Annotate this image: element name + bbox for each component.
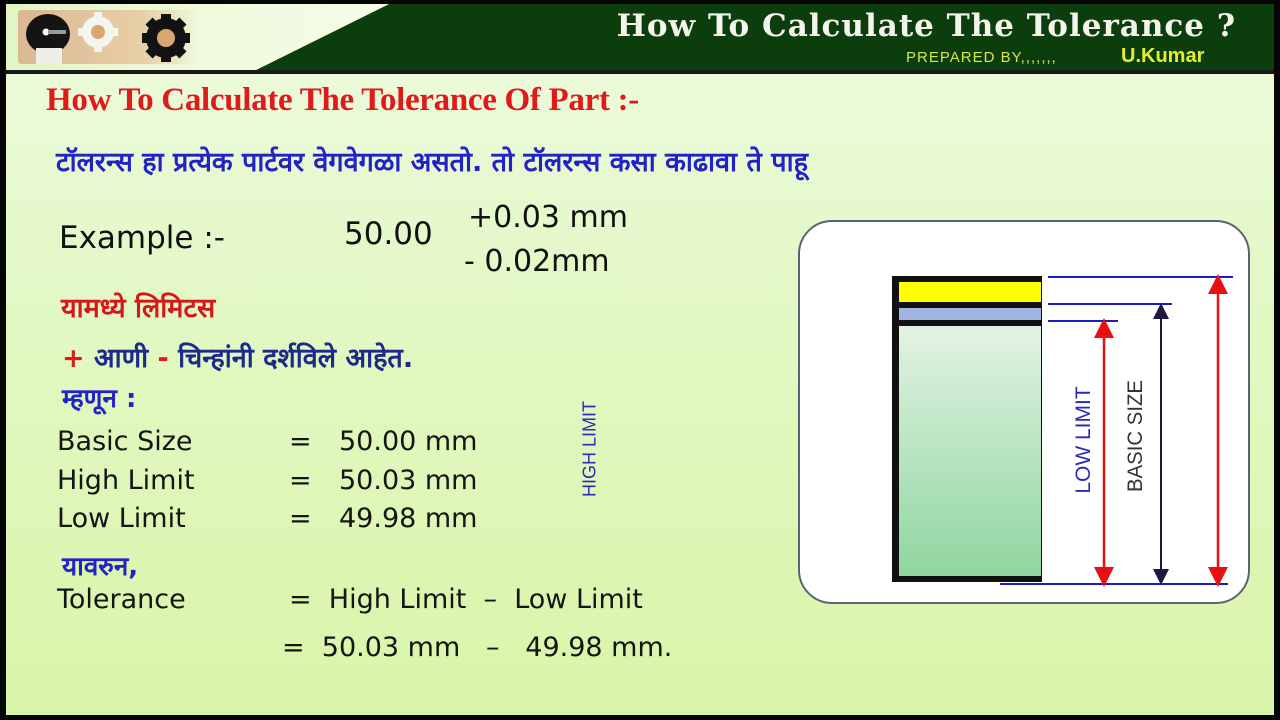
signs-text: + आणी - चिन्हांनी दर्शविले आहेत. xyxy=(62,338,413,375)
row-equals: = xyxy=(289,503,312,534)
author-name: U.Kumar xyxy=(1121,45,1205,67)
therefore-text: म्हणून : xyxy=(62,384,137,414)
tolerance-formula-row: Tolerance = High Limit – Low Limit xyxy=(57,584,643,615)
example-basic-size: 50.00 xyxy=(344,216,433,252)
row-value: 50.03 mm xyxy=(339,465,478,496)
header-band: How To Calculate The Tolerance ? PREPARE… xyxy=(6,4,1274,70)
minus-sign: - xyxy=(157,343,169,374)
prepared-by-label: PREPARED BY,,,,,,, xyxy=(906,49,1057,66)
row-equals: = xyxy=(289,465,312,496)
low-limit-label: LOW LIMIT xyxy=(1072,386,1095,494)
tolerance-label: Tolerance xyxy=(57,584,186,615)
low-limit-band xyxy=(899,308,1041,320)
row-label: High Limit xyxy=(57,465,195,496)
slide-title: How To Calculate The Tolerance ? xyxy=(616,8,1236,44)
header-divider xyxy=(6,70,1274,74)
basic-size-label: BASIC SIZE xyxy=(1124,380,1147,492)
slide: How To Calculate The Tolerance ? PREPARE… xyxy=(6,4,1274,715)
high-limit-band xyxy=(899,282,1041,302)
lower-deviation: - 0.02mm xyxy=(464,244,610,279)
hence-text: यावरुन, xyxy=(62,552,139,582)
signs-rest: चिन्हांनी दर्शविले आहेत. xyxy=(168,343,414,374)
gears-logo-icon xyxy=(18,10,198,64)
high-limit-text: HIGH LIMIT xyxy=(579,400,600,498)
row-equals: = xyxy=(289,426,312,457)
example-label: Example :- xyxy=(59,220,225,256)
part-body xyxy=(899,326,1041,576)
section-heading: How To Calculate The Tolerance Of Part :… xyxy=(46,82,639,118)
tolerance-substitution: = 50.03 mm – 49.98 mm. xyxy=(282,632,673,663)
tolerance-diagram: LOW LIMIT BASIC SIZE xyxy=(798,220,1250,604)
row-value: 50.00 mm xyxy=(339,426,478,457)
row-label: Basic Size xyxy=(57,426,193,457)
intro-text: टॉलरन्स हा प्रत्येक पार्टवर वेगवेगळा असत… xyxy=(56,147,808,178)
tolerance-formula: = High Limit – Low Limit xyxy=(289,584,643,615)
plus-sign: + xyxy=(62,343,85,374)
row-value: 49.98 mm xyxy=(339,503,478,534)
row-label: Low Limit xyxy=(57,503,186,534)
limits-text: यामध्ये लिमिटस xyxy=(61,293,216,324)
upper-deviation: +0.03 mm xyxy=(468,200,628,235)
and-word: आणी xyxy=(84,343,158,374)
high-limit-label: HIGH LIMIT xyxy=(575,384,605,514)
